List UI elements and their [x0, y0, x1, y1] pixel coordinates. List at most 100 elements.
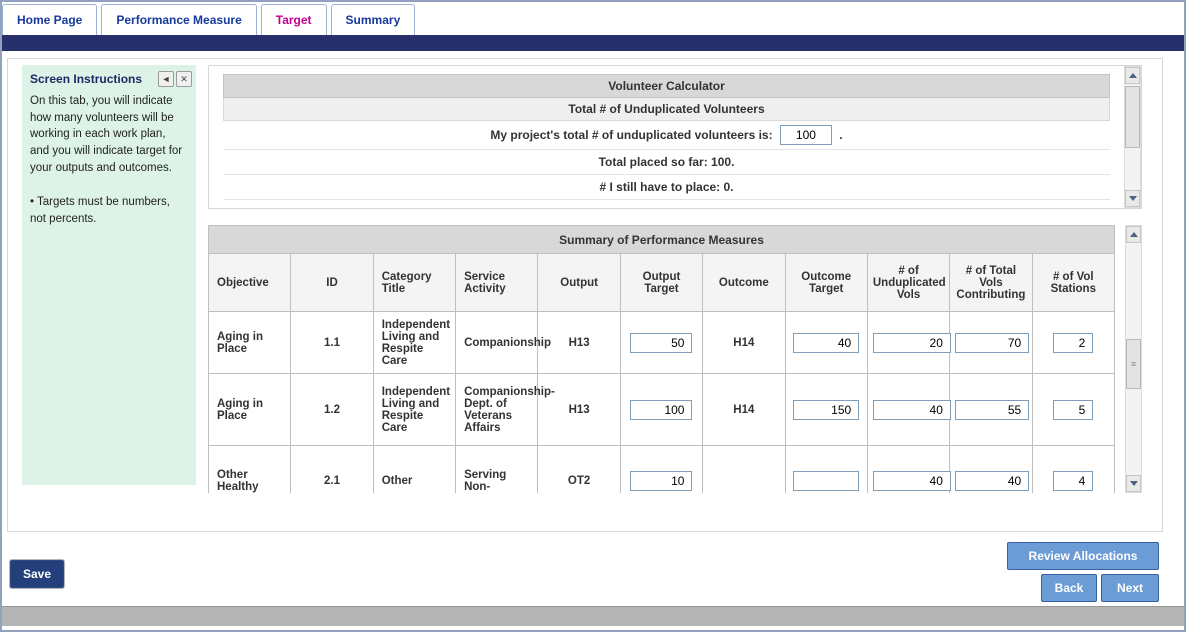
- cell-total-vols: [950, 446, 1032, 494]
- volunteer-calculator-section: Volunteer Calculator Total # of Unduplic…: [208, 65, 1142, 209]
- cell-id: 2.1: [291, 446, 373, 494]
- main-area: Volunteer Calculator Total # of Unduplic…: [208, 65, 1142, 493]
- scrollbar-thumb[interactable]: [1125, 86, 1140, 148]
- outcome-target-input[interactable]: [793, 471, 859, 491]
- output-target-input[interactable]: [630, 471, 692, 491]
- output-target-input[interactable]: [630, 333, 692, 353]
- unduplicated-vols-input[interactable]: [873, 471, 951, 491]
- cell-vol-stations: [1032, 446, 1114, 494]
- review-allocations-button[interactable]: Review Allocations: [1007, 542, 1159, 570]
- col-objective: Objective: [209, 254, 291, 312]
- cell-unduplicated-vols: [867, 446, 949, 494]
- save-button[interactable]: Save: [10, 560, 64, 588]
- table-row: Other Healthy 2.1 Other Serving Non- OT2: [209, 446, 1115, 494]
- volunteer-calculator-table: Volunteer Calculator Total # of Unduplic…: [223, 74, 1110, 200]
- cell-category: Other: [373, 446, 455, 494]
- cell-activity: Companionship-Dept. of Veterans Affairs: [456, 374, 538, 446]
- next-button[interactable]: Next: [1101, 574, 1159, 602]
- summary-scrollbar[interactable]: ≡: [1125, 225, 1142, 493]
- cell-objective: Aging in Place: [209, 312, 291, 374]
- summary-table-header-row: Objective ID Category Title Service Acti…: [209, 254, 1115, 312]
- calculator-input-suffix: .: [839, 128, 842, 142]
- cell-output: H13: [538, 374, 620, 446]
- cell-id: 1.1: [291, 312, 373, 374]
- back-button[interactable]: Back: [1041, 574, 1097, 602]
- cell-output-target: [620, 446, 702, 494]
- total-vols-input[interactable]: [955, 400, 1029, 420]
- vol-stations-input[interactable]: [1053, 400, 1093, 420]
- cell-activity: Companionship: [456, 312, 538, 374]
- summary-table-viewport: Summary of Performance Measures Objectiv…: [208, 225, 1115, 493]
- col-category-title: Category Title: [373, 254, 455, 312]
- col-unduplicated-vols: # of Unduplicated Vols: [867, 254, 949, 312]
- calculator-scrollbar[interactable]: [1124, 66, 1141, 208]
- cell-category: Independent Living and Respite Care: [373, 312, 455, 374]
- cell-objective: Other Healthy: [209, 446, 291, 494]
- scroll-down-button[interactable]: [1125, 190, 1140, 207]
- unduplicated-vols-input[interactable]: [873, 400, 951, 420]
- cell-category: Independent Living and Respite Care: [373, 374, 455, 446]
- instructions-note: • Targets must be numbers, not percents.: [22, 192, 196, 227]
- cell-outcome: [703, 446, 785, 494]
- scroll-up-button[interactable]: [1126, 226, 1141, 243]
- outcome-target-input[interactable]: [793, 333, 859, 353]
- tab-summary[interactable]: Summary: [331, 4, 416, 35]
- content-frame: Screen Instructions ◄ ✕ On this tab, you…: [7, 58, 1163, 532]
- tab-home-page[interactable]: Home Page: [2, 4, 97, 35]
- status-bar: [2, 606, 1184, 626]
- cell-outcome-target: [785, 312, 867, 374]
- unduplicated-vols-input[interactable]: [873, 333, 951, 353]
- cell-activity: Serving Non-: [456, 446, 538, 494]
- total-vols-input[interactable]: [955, 471, 1029, 491]
- tab-performance-measure[interactable]: Performance Measure: [101, 4, 256, 35]
- calculator-title: Volunteer Calculator: [224, 75, 1110, 98]
- col-output: Output: [538, 254, 620, 312]
- performance-measures-table: Summary of Performance Measures Objectiv…: [208, 225, 1115, 493]
- scroll-down-button[interactable]: [1126, 475, 1141, 492]
- total-vols-input[interactable]: [955, 333, 1029, 353]
- tab-target[interactable]: Target: [261, 4, 327, 35]
- cell-total-vols: [950, 374, 1032, 446]
- cell-output-target: [620, 312, 702, 374]
- volunteer-calculator-body: Volunteer Calculator Total # of Unduplic…: [209, 66, 1124, 208]
- scrollbar-track[interactable]: ≡: [1126, 243, 1141, 475]
- scroll-down-icon: [1129, 196, 1137, 201]
- table-row: Aging in Place 1.2 Independent Living an…: [209, 374, 1115, 446]
- unduplicated-volunteers-input[interactable]: [780, 125, 832, 145]
- table-row: Aging in Place 1.1 Independent Living an…: [209, 312, 1115, 374]
- cell-output: OT2: [538, 446, 620, 494]
- still-to-place-text: # I still have to place: 0.: [224, 175, 1110, 200]
- calculator-input-label: My project's total # of unduplicated vol…: [490, 128, 772, 142]
- cell-unduplicated-vols: [867, 312, 949, 374]
- total-placed-text: Total placed so far: 100.: [224, 150, 1110, 175]
- summary-section: Summary of Performance Measures Objectiv…: [208, 225, 1142, 493]
- scrollbar-track[interactable]: [1125, 84, 1140, 190]
- cell-output-target: [620, 374, 702, 446]
- scroll-up-button[interactable]: [1125, 67, 1140, 84]
- cell-unduplicated-vols: [867, 374, 949, 446]
- scrollbar-thumb[interactable]: ≡: [1126, 339, 1141, 389]
- cell-total-vols: [950, 312, 1032, 374]
- col-service-activity: Service Activity: [456, 254, 538, 312]
- col-outcome-target: Outcome Target: [785, 254, 867, 312]
- close-icon[interactable]: ✕: [176, 71, 192, 87]
- instructions-title: Screen Instructions: [30, 72, 156, 86]
- page: Home Page Performance Measure Target Sum…: [0, 0, 1186, 632]
- cell-objective: Aging in Place: [209, 374, 291, 446]
- scroll-up-icon: [1130, 232, 1138, 237]
- output-target-input[interactable]: [630, 400, 692, 420]
- vol-stations-input[interactable]: [1053, 471, 1093, 491]
- vol-stations-input[interactable]: [1053, 333, 1093, 353]
- outcome-target-input[interactable]: [793, 400, 859, 420]
- col-output-target: Output Target: [620, 254, 702, 312]
- col-outcome: Outcome: [703, 254, 785, 312]
- cell-id: 1.2: [291, 374, 373, 446]
- tab-bar: Home Page Performance Measure Target Sum…: [2, 2, 1184, 35]
- scroll-down-icon: [1130, 481, 1138, 486]
- calculator-input-row: My project's total # of unduplicated vol…: [224, 121, 1110, 150]
- cell-vol-stations: [1032, 312, 1114, 374]
- collapse-icon[interactable]: ◄: [158, 71, 174, 87]
- cell-outcome-target: [785, 446, 867, 494]
- cell-vol-stations: [1032, 374, 1114, 446]
- cell-outcome: H14: [703, 312, 785, 374]
